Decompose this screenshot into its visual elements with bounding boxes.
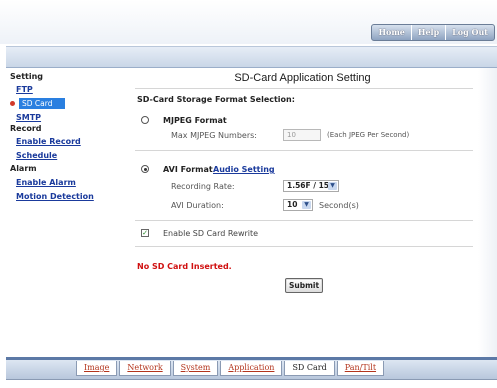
sidebar-item-enable-record[interactable]: Enable Record bbox=[16, 137, 81, 146]
tab-pan-tilt[interactable]: Pan/Tilt bbox=[336, 361, 385, 376]
sidebar-heading-alarm: Alarm bbox=[10, 164, 37, 173]
mjpeg-label: MJPEG Format bbox=[163, 116, 227, 125]
sidebar: Setting FTP SD Card SMTP Record Enable R… bbox=[6, 68, 127, 358]
sidebar-item-schedule[interactable]: Schedule bbox=[16, 151, 57, 160]
avi-label: AVI Format bbox=[163, 165, 213, 174]
submit-button[interactable]: Submit bbox=[285, 278, 323, 293]
rewrite-checkbox[interactable]: ✓ bbox=[141, 229, 149, 237]
sidebar-heading-setting: Setting bbox=[10, 72, 43, 81]
max-mjpeg-hint: (Each JPEG Per Second) bbox=[327, 131, 410, 139]
section-divider-1 bbox=[135, 150, 473, 151]
tab-image[interactable]: Image bbox=[76, 361, 118, 376]
avi-duration-label: AVI Duration: bbox=[171, 201, 224, 210]
avi-radio[interactable] bbox=[141, 165, 149, 173]
avi-duration-select[interactable]: 10 ▼ bbox=[283, 199, 313, 211]
chevron-down-icon: ▼ bbox=[328, 182, 337, 190]
audio-setting-link[interactable]: Audio Setting bbox=[213, 165, 275, 174]
sidebar-item-enable-alarm[interactable]: Enable Alarm bbox=[16, 178, 76, 187]
home-link[interactable]: Home bbox=[372, 25, 410, 40]
sidebar-item-smtp[interactable]: SMTP bbox=[16, 113, 41, 122]
max-mjpeg-label: Max MJPEG Numbers: bbox=[171, 131, 257, 140]
right-margin bbox=[478, 68, 497, 358]
main-panel: SD-Card Application Setting SD-Card Stor… bbox=[127, 68, 478, 358]
avi-duration-value: 10 bbox=[287, 200, 298, 209]
bottom-tabs: Image Network System Application SD Card… bbox=[76, 361, 386, 376]
sidebar-item-sdcard[interactable]: SD Card bbox=[19, 98, 65, 109]
recording-rate-value: 1.56F / 15 bbox=[287, 181, 330, 190]
top-navigation: Home Help Log Out bbox=[371, 24, 495, 41]
recording-rate-label: Recording Rate: bbox=[171, 182, 235, 191]
recording-rate-select[interactable]: 1.56F / 15 ▼ bbox=[283, 180, 339, 192]
section-divider-2 bbox=[135, 220, 473, 221]
tab-application[interactable]: Application bbox=[220, 361, 283, 376]
logout-link[interactable]: Log Out bbox=[445, 25, 494, 40]
help-link[interactable]: Help bbox=[410, 25, 445, 40]
tab-network[interactable]: Network bbox=[119, 361, 171, 376]
chevron-down-icon: ▼ bbox=[302, 201, 311, 209]
sidebar-item-motion-detection[interactable]: Motion Detection bbox=[16, 192, 94, 201]
max-mjpeg-input[interactable]: 10 bbox=[283, 129, 321, 141]
top-bar bbox=[6, 46, 497, 68]
tab-sd-card[interactable]: SD Card bbox=[284, 361, 335, 376]
title-divider bbox=[135, 88, 473, 89]
active-bullet-icon bbox=[10, 101, 15, 106]
sidebar-item-ftp[interactable]: FTP bbox=[16, 85, 33, 94]
rewrite-label: Enable SD Card Rewrite bbox=[163, 229, 259, 238]
avi-duration-unit: Second(s) bbox=[319, 201, 359, 210]
sidebar-heading-record: Record bbox=[10, 124, 42, 133]
status-message: No SD Card Inserted. bbox=[137, 262, 232, 271]
format-heading: SD-Card Storage Format Selection: bbox=[137, 95, 295, 104]
page-title: SD-Card Application Setting bbox=[234, 72, 371, 84]
section-divider-3 bbox=[135, 246, 473, 247]
tab-system[interactable]: System bbox=[172, 361, 219, 376]
mjpeg-radio[interactable] bbox=[141, 116, 149, 124]
